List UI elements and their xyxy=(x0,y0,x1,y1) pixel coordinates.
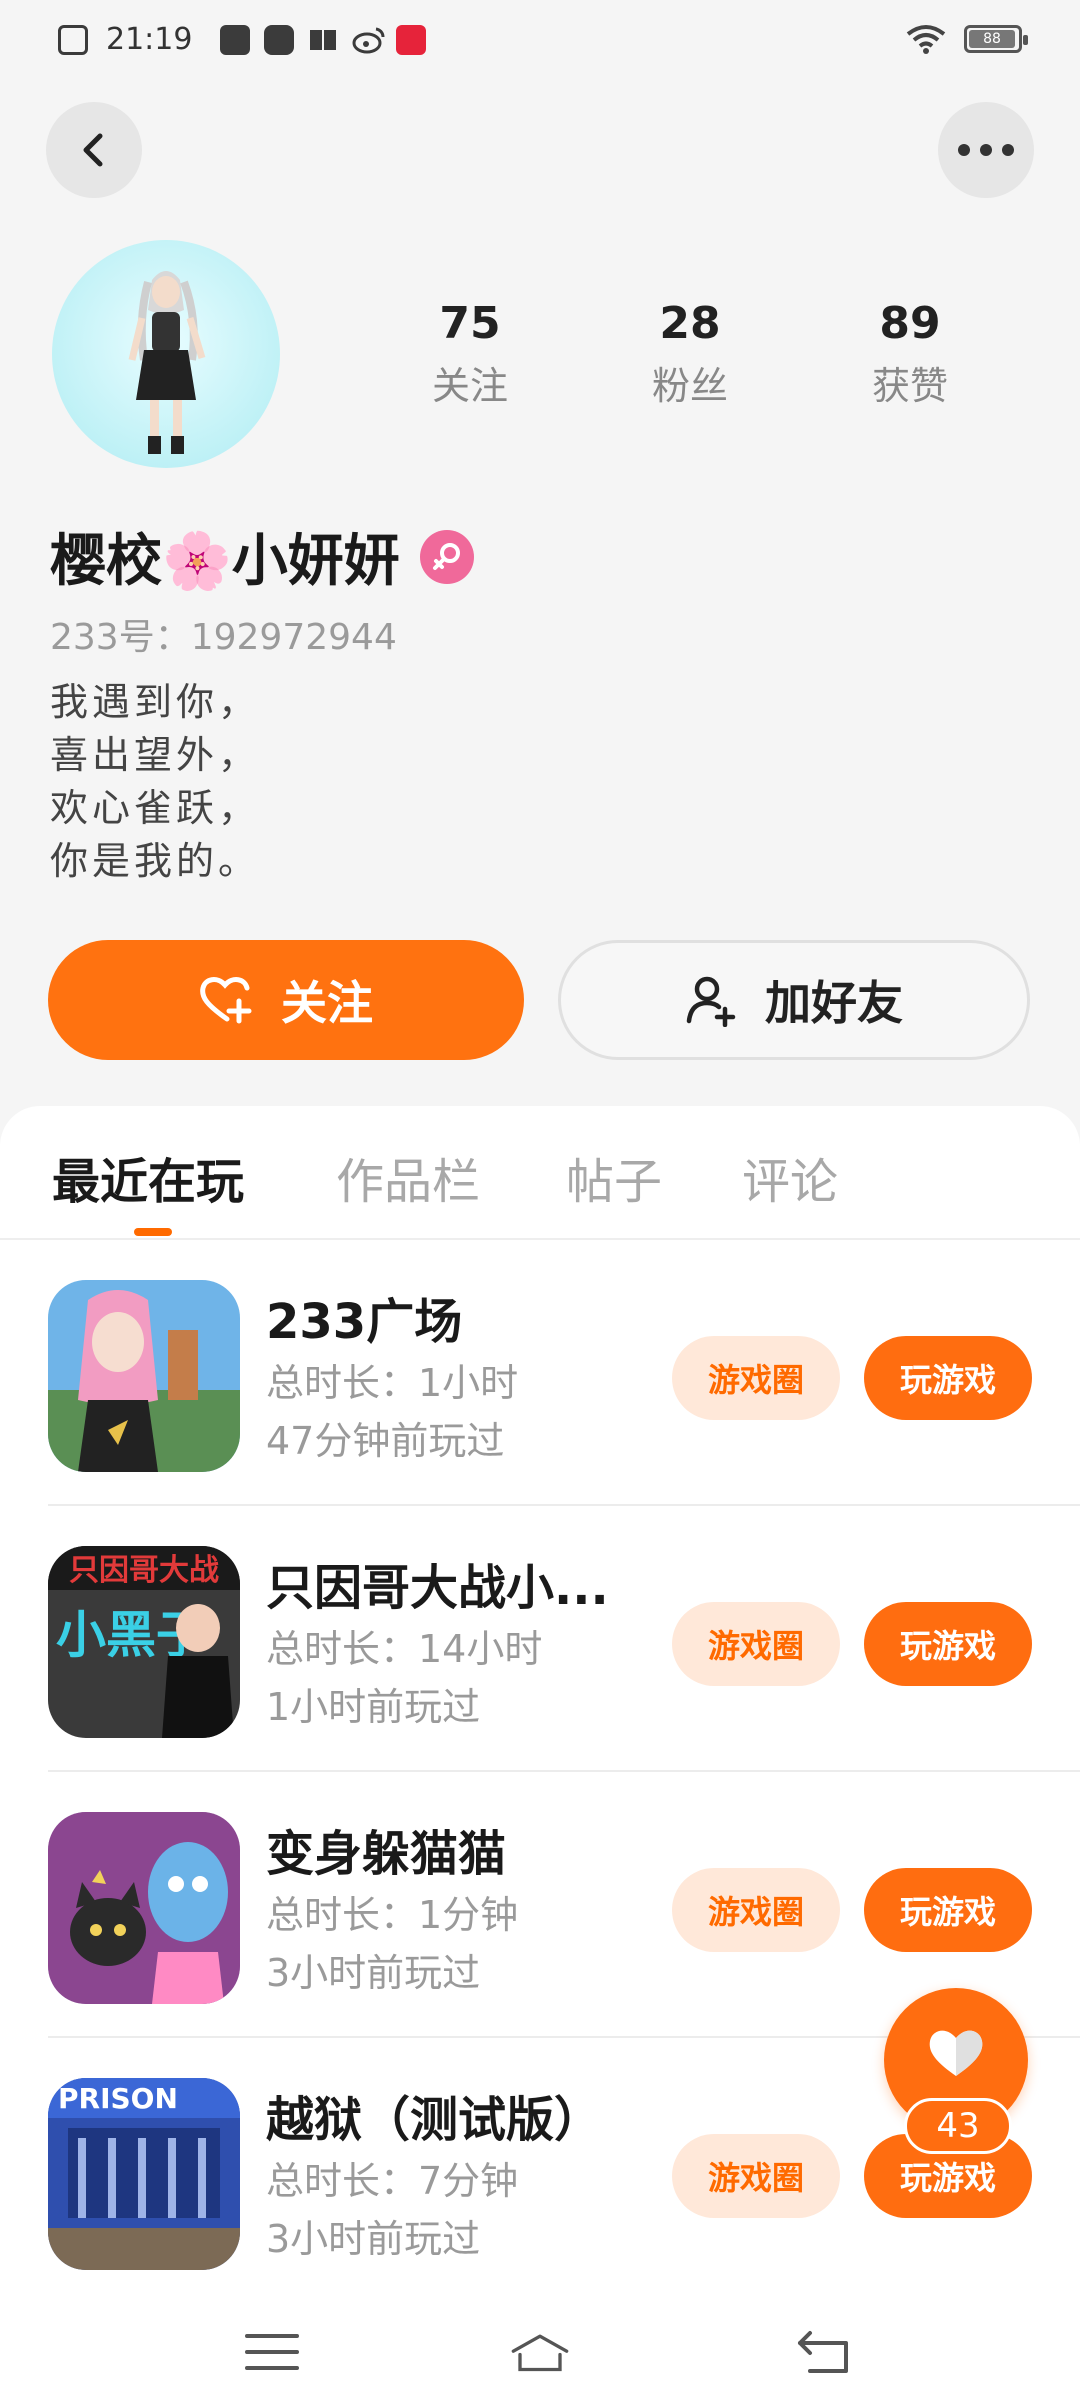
game-duration: 总时长：1分钟 xyxy=(266,1893,519,1937)
stat-value: 28 xyxy=(659,298,721,349)
avatar-character-icon xyxy=(128,271,206,454)
stat-fans[interactable]: 28 粉丝 xyxy=(580,296,800,414)
weibo-icon xyxy=(352,25,385,55)
game-list-item[interactable]: 只因哥大战 小黑子 只因哥大战小... 总时长：14小时 1小时前玩过 游戏圈 … xyxy=(0,1506,1080,1772)
system-nav-bar xyxy=(0,2296,1080,2408)
nickname-row: 樱校🌸小妍妍 xyxy=(50,516,474,597)
tab-indicator xyxy=(134,1228,172,1236)
bio-line: 你是我的。 xyxy=(50,839,261,883)
game-duration: 总时长：7分钟 xyxy=(266,2159,519,2203)
battery-icon: 88 xyxy=(964,25,1028,53)
bio: 我遇到你， 喜出望外， 欢心雀跃， 你是我的。 xyxy=(50,676,260,888)
game-icon-banner: 只因哥大战 xyxy=(69,1553,219,1588)
close-box-icon xyxy=(58,24,88,55)
game-circle-button[interactable]: 游戏圈 xyxy=(672,2134,840,2218)
game-last-played: 3小时前玩过 xyxy=(266,2217,481,2261)
play-icon xyxy=(264,24,295,55)
game-icon: 只因哥大战 小黑子 xyxy=(48,1546,240,1738)
game-last-played: 1小时前玩过 xyxy=(266,1685,481,1729)
game-meta: 总时长：7分钟 3小时前玩过 xyxy=(266,2152,518,2268)
game-duration: 总时长：14小时 xyxy=(266,1627,543,1671)
game-icon xyxy=(48,1812,240,2004)
more-dots-icon xyxy=(958,144,1014,156)
game-meta: 总时长：14小时 1小时前玩过 xyxy=(266,1620,542,1736)
game-icon: PRISON xyxy=(48,2078,240,2270)
more-button[interactable] xyxy=(938,102,1034,198)
tab-recent-play[interactable]: 最近在玩 xyxy=(52,1142,244,1212)
profile-stats: 75 关注 28 粉丝 89 获赞 xyxy=(360,296,1020,414)
game-title: 越狱（测试版） xyxy=(266,2092,603,2148)
game-circle-button[interactable]: 游戏圈 xyxy=(672,1336,840,1420)
nav-home-button[interactable] xyxy=(510,2324,570,2380)
game-list-item[interactable]: 233广场 总时长：1小时 47分钟前玩过 游戏圈 玩游戏 xyxy=(0,1240,1080,1506)
tab-posts[interactable]: 帖子 xyxy=(566,1142,662,1212)
game-title: 变身躲猫猫 xyxy=(266,1826,507,1882)
game-title: 233广场 xyxy=(266,1294,463,1350)
add-user-icon xyxy=(686,976,736,1027)
tab-comments[interactable]: 评论 xyxy=(742,1142,838,1212)
stat-following[interactable]: 75 关注 xyxy=(360,296,580,414)
chevron-left-icon xyxy=(83,133,103,167)
play-game-button[interactable]: 玩游戏 xyxy=(864,1336,1032,1420)
stat-value: 75 xyxy=(439,298,501,349)
add-friend-button-label: 加好友 xyxy=(765,976,903,1030)
bio-line: 喜出望外， xyxy=(50,733,261,777)
bio-line: 我遇到你， xyxy=(50,680,261,724)
game-title: 只因哥大战小... xyxy=(266,1560,609,1616)
status-bar: 21:19 88 xyxy=(0,0,1080,84)
game-last-played: 47分钟前玩过 xyxy=(266,1419,505,1463)
heart-plus-icon xyxy=(200,977,252,1024)
female-gender-icon xyxy=(419,529,474,584)
game-circle-button[interactable]: 游戏圈 xyxy=(672,1868,840,1952)
game-circle-button[interactable]: 游戏圈 xyxy=(672,1602,840,1686)
tab-bar: 最近在玩 作品栏 帖子 评论 xyxy=(0,1106,1080,1240)
heart-icon xyxy=(929,2030,983,2076)
game-icon-banner: PRISON xyxy=(58,2082,178,2115)
stat-label: 关注 xyxy=(431,364,508,408)
back-arrow-icon xyxy=(798,2331,848,2373)
add-friend-button[interactable]: 加好友 xyxy=(558,940,1030,1060)
game-meta: 总时长：1分钟 3小时前玩过 xyxy=(266,1886,518,2002)
play-game-button[interactable]: 玩游戏 xyxy=(864,1868,1032,1952)
tab-works[interactable]: 作品栏 xyxy=(336,1142,480,1212)
nickname: 樱校🌸小妍妍 xyxy=(50,529,400,594)
game-icon xyxy=(48,1280,240,1472)
user-id: 233号：192972944 xyxy=(50,617,397,658)
game-last-played: 3小时前玩过 xyxy=(266,1951,481,1995)
play-game-button[interactable]: 玩游戏 xyxy=(864,1602,1032,1686)
app-icon xyxy=(396,24,427,55)
follow-button-label: 关注 xyxy=(281,976,373,1030)
avatar[interactable] xyxy=(52,240,280,468)
wifi-icon xyxy=(906,25,946,54)
bio-line: 欢心雀跃， xyxy=(50,786,261,830)
stat-value: 89 xyxy=(879,298,941,349)
back-button[interactable] xyxy=(46,102,142,198)
book-icon xyxy=(308,25,338,55)
nav-menu-button[interactable] xyxy=(242,2324,302,2380)
game-duration: 总时长：1小时 xyxy=(266,1361,519,1405)
like-count: 43 xyxy=(904,2098,1012,2154)
game-meta: 总时长：1小时 47分钟前玩过 xyxy=(266,1354,518,1470)
follow-button[interactable]: 关注 xyxy=(48,940,524,1060)
stat-label: 粉丝 xyxy=(651,364,728,408)
nav-back-button[interactable] xyxy=(794,2324,854,2380)
stat-likes[interactable]: 89 获赞 xyxy=(800,296,1020,414)
stat-label: 获赞 xyxy=(871,364,948,408)
home-icon xyxy=(511,2334,569,2372)
bag-icon xyxy=(220,24,251,55)
menu-icon xyxy=(245,2334,299,2370)
status-time: 21:19 xyxy=(106,22,193,57)
